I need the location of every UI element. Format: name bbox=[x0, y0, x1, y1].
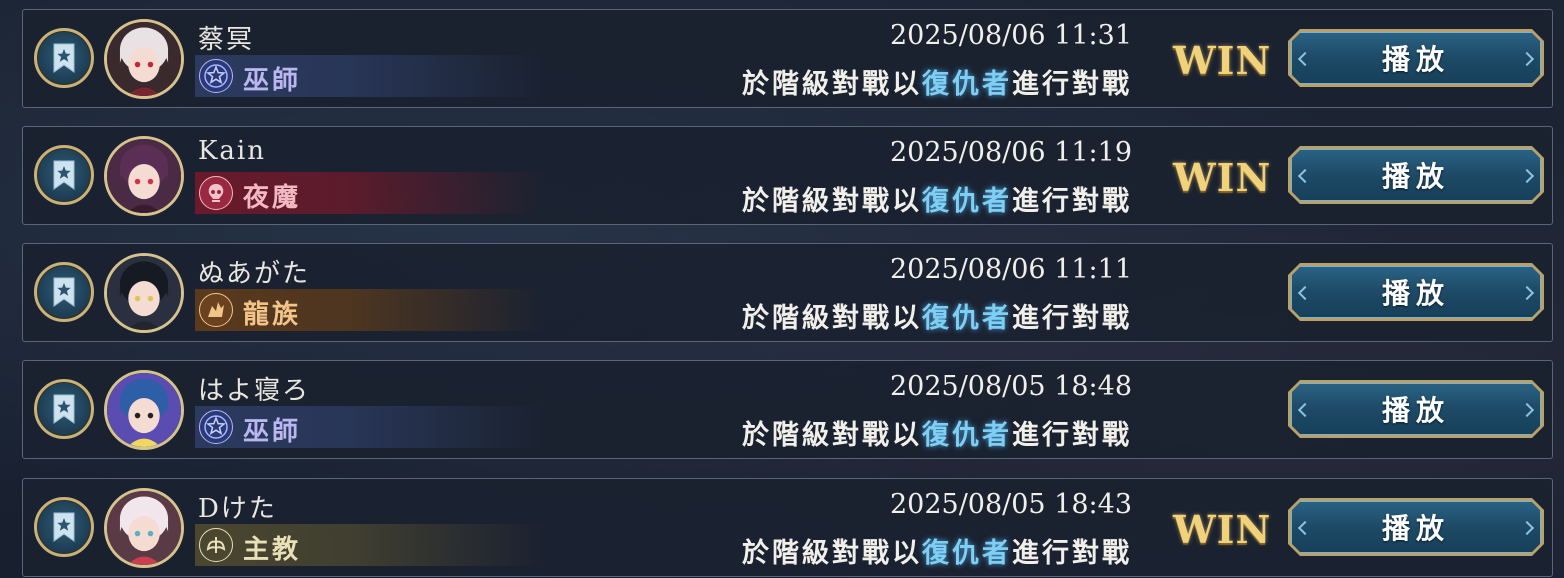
desc-suffix: 進行對戰 bbox=[1012, 69, 1132, 100]
match-description: 於階級對戰以復仇者進行對戰 bbox=[742, 531, 1132, 570]
desc-prefix: 於階級對戰以 bbox=[742, 69, 922, 100]
desc-suffix: 進行對戰 bbox=[1012, 538, 1132, 569]
bloodcraft-skull-icon bbox=[199, 176, 233, 210]
replay-button[interactable]: 播放 bbox=[1288, 380, 1544, 438]
class-banner: 龍族 bbox=[195, 289, 545, 331]
favorite-bookmark-button[interactable] bbox=[34, 379, 94, 439]
replay-button-label: 播放 bbox=[1381, 277, 1450, 310]
replay-button-label: 播放 bbox=[1381, 43, 1450, 76]
result-label: WIN bbox=[1173, 507, 1272, 552]
player-name: Dけた bbox=[198, 494, 277, 524]
class-name: 巫師 bbox=[243, 66, 302, 96]
desc-prefix: 於階級對戰以 bbox=[742, 420, 922, 451]
replay-button-label: 播放 bbox=[1381, 160, 1450, 193]
match-description: 於階級對戰以復仇者進行對戰 bbox=[742, 413, 1132, 452]
player-avatar-white-haired-girl[interactable] bbox=[104, 488, 184, 568]
avatar-portrait bbox=[107, 22, 181, 96]
class-name: 巫師 bbox=[243, 417, 302, 447]
match-row-4: はよ寝ろ 巫師 2025/08/05 18:48 於階級對戰以復仇者進行對戰 播… bbox=[22, 360, 1553, 459]
match-description: 於階級對戰以復仇者進行對戰 bbox=[742, 179, 1132, 218]
runecraft-star-icon bbox=[199, 410, 233, 444]
player-name: ぬあがた bbox=[198, 259, 311, 289]
class-name: 龍族 bbox=[243, 300, 302, 330]
player-avatar-red-eyed-girl[interactable] bbox=[104, 19, 184, 99]
avatar-portrait bbox=[107, 139, 181, 213]
player-name: Kain bbox=[198, 136, 266, 166]
match-datetime: 2025/08/06 11:11 bbox=[889, 254, 1132, 285]
deck-archetype-highlight: 復仇者 bbox=[922, 303, 1012, 334]
favorite-bookmark-button[interactable] bbox=[34, 145, 94, 205]
match-datetime: 2025/08/05 18:48 bbox=[889, 371, 1132, 402]
desc-prefix: 於階級對戰以 bbox=[742, 538, 922, 569]
favorite-bookmark-button[interactable] bbox=[34, 497, 94, 557]
deck-archetype-highlight: 復仇者 bbox=[922, 186, 1012, 217]
result-label: WIN bbox=[1173, 38, 1272, 83]
match-row-5: Dけた 主教 2025/08/05 18:43 於階級對戰以復仇者進行對戰 WI… bbox=[22, 478, 1553, 577]
player-avatar-vampire-girl[interactable] bbox=[104, 136, 184, 216]
class-name: 主教 bbox=[243, 535, 302, 565]
avatar-portrait bbox=[107, 373, 181, 447]
avatar-portrait bbox=[107, 491, 181, 565]
bookmark-star-icon bbox=[53, 160, 75, 190]
dragoncraft-dragon-icon bbox=[199, 293, 233, 327]
player-name: 蔡冥 bbox=[198, 25, 255, 55]
match-datetime: 2025/08/06 11:31 bbox=[889, 20, 1132, 51]
havencraft-wings-icon bbox=[199, 528, 233, 562]
match-history-list: 蔡冥 巫師 2025/08/06 11:31 於階級對戰以復仇者進行對戰 WIN… bbox=[0, 0, 1564, 578]
favorite-bookmark-button[interactable] bbox=[34, 262, 94, 322]
avatar-portrait bbox=[107, 256, 181, 330]
desc-suffix: 進行對戰 bbox=[1012, 186, 1132, 217]
match-description: 於階級對戰以復仇者進行對戰 bbox=[742, 62, 1132, 101]
class-banner: 巫師 bbox=[195, 55, 545, 97]
player-avatar-penguin-mascot[interactable] bbox=[104, 370, 184, 450]
bookmark-star-icon bbox=[53, 277, 75, 307]
deck-archetype-highlight: 復仇者 bbox=[922, 538, 1012, 569]
class-banner: 主教 bbox=[195, 524, 545, 566]
bookmark-star-icon bbox=[53, 512, 75, 542]
deck-archetype-highlight: 復仇者 bbox=[922, 420, 1012, 451]
replay-button[interactable]: 播放 bbox=[1288, 29, 1544, 87]
replay-button-label: 播放 bbox=[1381, 394, 1450, 427]
class-banner: 巫師 bbox=[195, 406, 545, 448]
runecraft-star-icon bbox=[199, 59, 233, 93]
replay-button-label: 播放 bbox=[1381, 512, 1450, 545]
desc-prefix: 於階級對戰以 bbox=[742, 303, 922, 334]
result-label: WIN bbox=[1173, 155, 1272, 200]
match-row-2: Kain 夜魔 2025/08/06 11:19 於階級對戰以復仇者進行對戰 W… bbox=[22, 126, 1553, 225]
replay-button[interactable]: 播放 bbox=[1288, 263, 1544, 321]
bookmark-star-icon bbox=[53, 394, 75, 424]
deck-archetype-highlight: 復仇者 bbox=[922, 69, 1012, 100]
match-row-1: 蔡冥 巫師 2025/08/06 11:31 於階級對戰以復仇者進行對戰 WIN… bbox=[22, 9, 1553, 108]
replay-button[interactable]: 播放 bbox=[1288, 498, 1544, 556]
favorite-bookmark-button[interactable] bbox=[34, 28, 94, 88]
replay-button[interactable]: 播放 bbox=[1288, 146, 1544, 204]
class-banner: 夜魔 bbox=[195, 172, 545, 214]
desc-suffix: 進行對戰 bbox=[1012, 303, 1132, 334]
player-name: はよ寝ろ bbox=[198, 376, 311, 406]
player-avatar-dark-haired-boy[interactable] bbox=[104, 253, 184, 333]
match-datetime: 2025/08/05 18:43 bbox=[889, 489, 1132, 520]
desc-suffix: 進行對戰 bbox=[1012, 420, 1132, 451]
class-name: 夜魔 bbox=[243, 183, 302, 213]
desc-prefix: 於階級對戰以 bbox=[742, 186, 922, 217]
bookmark-star-icon bbox=[53, 43, 75, 73]
match-row-3: ぬあがた 龍族 2025/08/06 11:11 於階級對戰以復仇者進行對戰 播… bbox=[22, 243, 1553, 342]
match-description: 於階級對戰以復仇者進行對戰 bbox=[742, 296, 1132, 335]
match-datetime: 2025/08/06 11:19 bbox=[889, 137, 1132, 168]
